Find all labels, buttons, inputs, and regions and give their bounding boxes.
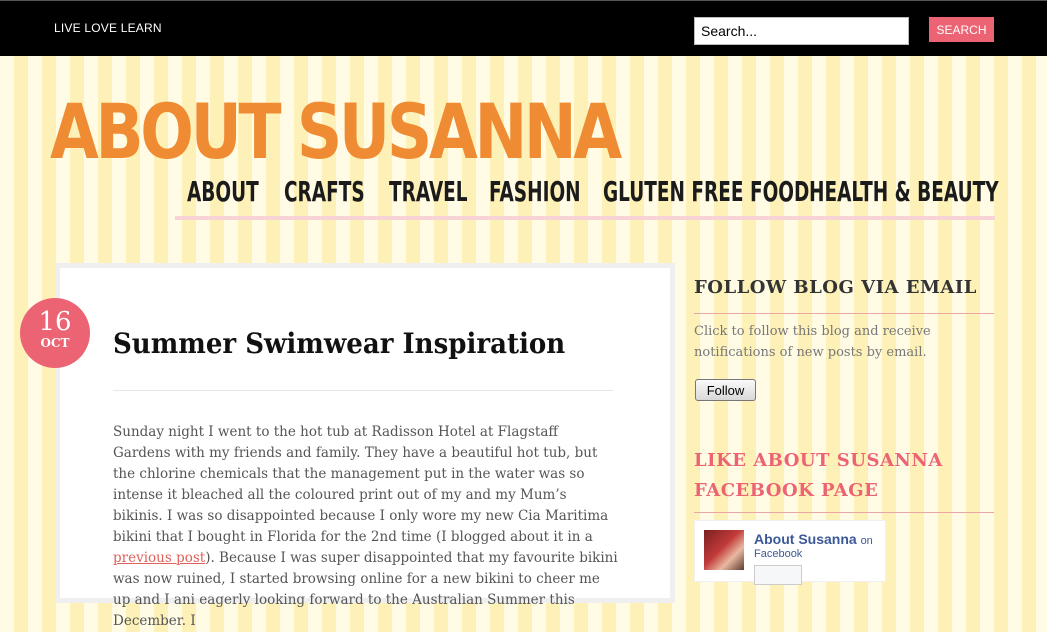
facebook-widget-title[interactable]: LIKE ABOUT SUSANNA FACEBOOK PAGE [694, 446, 994, 506]
facebook-widget-divider [694, 512, 994, 513]
previous-post-link[interactable]: previous post [113, 550, 205, 566]
search-button[interactable]: SEARCH [929, 17, 994, 42]
facebook-link[interactable]: Facebook [754, 548, 802, 560]
facebook-like-button[interactable] [754, 565, 802, 585]
facebook-page-name[interactable]: About Susanna on [754, 531, 873, 547]
follow-widget-title: FOLLOW BLOG VIA EMAIL [694, 277, 977, 298]
post-title[interactable]: Summer Swimwear Inspiration [113, 326, 565, 362]
nav-item-about[interactable]: ABOUT [187, 176, 259, 208]
search-input[interactable] [694, 17, 909, 45]
facebook-page-avatar[interactable] [704, 530, 744, 570]
date-badge: 16 OCT [20, 298, 90, 368]
date-month: OCT [40, 336, 70, 350]
post-divider [113, 390, 613, 391]
main-nav: ABOUT CRAFTS TRAVEL FASHION GLUTEN FREE … [175, 176, 999, 220]
nav-item-travel[interactable]: TRAVEL [389, 176, 468, 208]
follow-button[interactable]: Follow [695, 379, 756, 401]
facebook-like-box: About Susanna on Facebook [694, 520, 886, 585]
follow-widget-divider [694, 313, 994, 314]
follow-widget-text: Click to follow this blog and receive no… [694, 324, 931, 360]
facebook-on-label: on [860, 535, 873, 547]
top-bar: LIVE LOVE LEARN SEARCH [0, 0, 1047, 56]
facebook-page-name-text[interactable]: About Susanna [754, 531, 857, 547]
nav-item-fashion[interactable]: FASHION [489, 176, 581, 208]
nav-item-crafts[interactable]: CRAFTS [284, 176, 365, 208]
post-body-text-1: Sunday night I went to the hot tub at Ra… [113, 424, 609, 545]
site-title[interactable]: ABOUT SUSANNA [50, 90, 622, 174]
date-day: 16 [38, 307, 72, 337]
nav-item-gluten-free-food[interactable]: GLUTEN FREE FOOD [603, 176, 809, 208]
nav-item-health-beauty[interactable]: HEALTH & BEAUTY [809, 176, 999, 208]
tagline: LIVE LOVE LEARN [54, 21, 162, 35]
post-body: Sunday night I went to the hot tub at Ra… [113, 422, 618, 632]
